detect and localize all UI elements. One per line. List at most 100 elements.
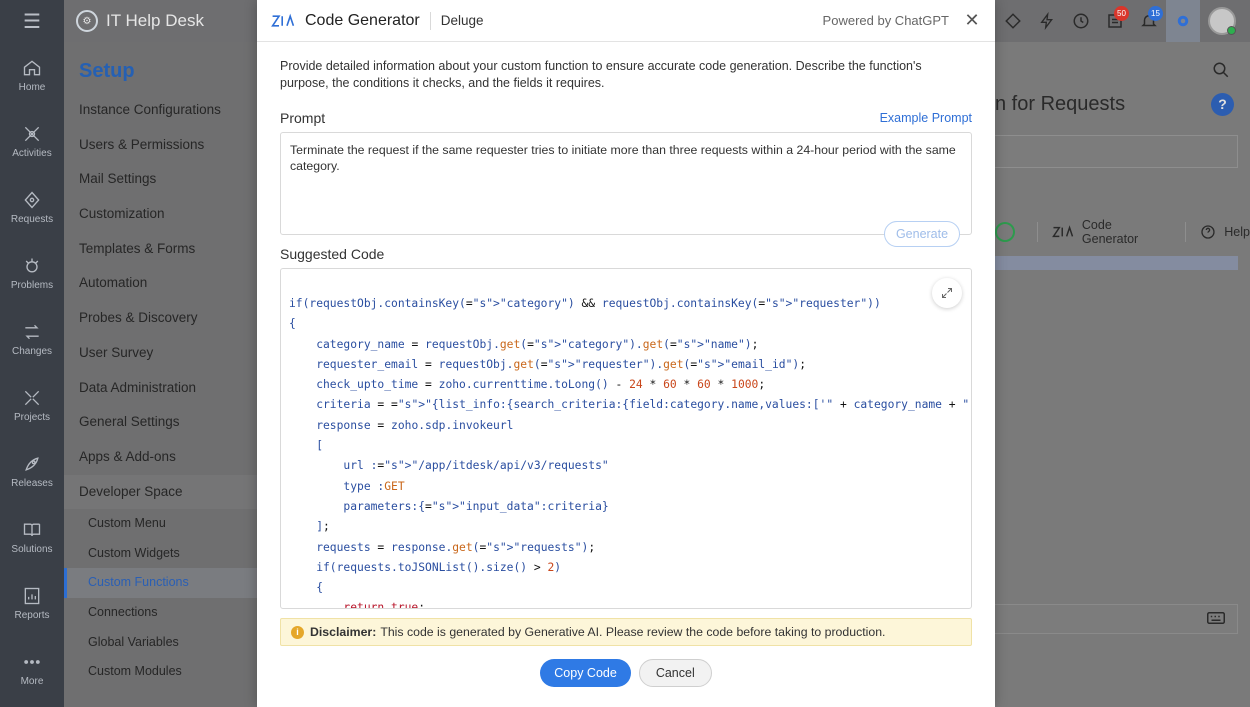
more-icon [24, 659, 40, 664]
code-line: { [289, 581, 324, 595]
rail-item-home[interactable]: Home [0, 42, 64, 108]
changes-icon [25, 324, 39, 339]
code-line: return true; [343, 601, 426, 609]
rail-item-reports[interactable]: Reports [0, 570, 64, 636]
copy-code-button[interactable]: Copy Code [540, 659, 631, 687]
helpdesk-logo-icon: ⚙ [76, 10, 98, 32]
prompt-label: Prompt [280, 110, 326, 126]
settings-gear-icon[interactable] [1166, 0, 1200, 42]
rail-item-solutions[interactable]: Solutions [0, 504, 64, 570]
left-nav-rail: ☰ Home Activities Requests Problems Changes P… [0, 0, 64, 707]
rail-item-label: Projects [13, 411, 51, 423]
suggested-code-label: Suggested Code [280, 246, 385, 262]
code-line: { [289, 317, 296, 331]
home-icon [23, 59, 41, 75]
example-prompt-link[interactable]: Example Prompt [880, 111, 972, 125]
setup-sub-item[interactable]: Custom Modules [64, 657, 260, 687]
code-line: requester_email = requestObj.get(="s">"r… [289, 357, 806, 371]
quick-actions-icon[interactable] [1030, 0, 1064, 42]
setup-item[interactable]: Templates & Forms [64, 232, 260, 267]
rail-item-label: Releases [11, 477, 53, 489]
cancel-button[interactable]: Cancel [638, 659, 712, 687]
rail-item-label: Reports [14, 609, 50, 621]
tasks-icon[interactable]: 50 [1098, 0, 1132, 42]
info-warning-icon: i [291, 625, 304, 639]
setup-item[interactable]: Data Administration [64, 371, 260, 406]
tasks-count-badge: 50 [1114, 6, 1129, 21]
setup-item[interactable]: Probes & Discovery [64, 301, 260, 336]
app-brand[interactable]: ⚙ IT Help Desk [76, 10, 204, 32]
dialog-description: Provide detailed information about your … [280, 59, 922, 90]
solutions-icon [23, 523, 41, 536]
setup-section-developer-space[interactable]: Developer Space [64, 474, 260, 510]
rail-item-requests[interactable]: Requests [0, 174, 64, 240]
expand-icon[interactable] [932, 278, 962, 308]
setup-item[interactable]: Automation [64, 266, 260, 301]
setup-item[interactable]: Customization [64, 197, 260, 232]
activities-icon [24, 126, 40, 141]
dialog-title: Code Generator [305, 11, 420, 29]
user-avatar[interactable] [1208, 7, 1236, 35]
suggested-code-panel[interactable]: if(requestObj.containsKey(="s">"category… [280, 268, 972, 609]
setup-item[interactable]: Users & Permissions [64, 128, 260, 163]
setup-title: Setup [79, 60, 135, 82]
projects-icon [24, 390, 40, 405]
setup-sub-item[interactable]: Custom Menu [64, 509, 260, 539]
help-question-icon[interactable]: ? [1211, 93, 1234, 116]
code-line: if(requestObj.containsKey(="s">"category… [289, 297, 881, 310]
code-line: type :GET [289, 479, 405, 493]
prompt-text: Terminate the request if the same reques… [290, 143, 956, 173]
code-line: criteria = ="s">"{list_info:{search_crit… [289, 398, 971, 412]
reports-icon [24, 587, 40, 604]
rail-item-label: Home [18, 81, 46, 93]
tags-icon[interactable] [996, 0, 1030, 42]
code-generator-button[interactable]: Code Generator [1082, 218, 1171, 246]
prompt-textarea[interactable]: Terminate the request if the same reques… [280, 132, 972, 247]
name-field[interactable] [995, 135, 1238, 168]
rail-item-problems[interactable]: Problems [0, 240, 64, 306]
rail-item-activities[interactable]: Activities [0, 108, 64, 174]
notifications-bell-icon[interactable]: 15 [1132, 0, 1166, 42]
setup-item[interactable]: Apps & Add-ons [64, 440, 260, 475]
keyboard-icon[interactable] [1207, 611, 1225, 630]
setup-sub-item[interactable]: Custom Widgets [64, 539, 260, 569]
rail-item-releases[interactable]: Releases [0, 438, 64, 504]
setup-item[interactable]: User Survey [64, 336, 260, 371]
hamburger-menu-icon[interactable]: ☰ [0, 0, 64, 42]
help-button[interactable]: Help [1224, 225, 1250, 239]
rail-item-label: More [20, 675, 44, 687]
history-icon[interactable] [1064, 0, 1098, 42]
setup-item[interactable]: General Settings [64, 405, 260, 440]
generate-button[interactable]: Generate [884, 221, 960, 247]
setup-sub-item[interactable]: Connections [64, 598, 260, 628]
setup-item[interactable]: Mail Settings [64, 162, 260, 197]
code-line: check_upto_time = zoho.currenttime.toLon… [289, 378, 766, 392]
code-line: url :="s">"/app/itdesk/api/v3/requests" [289, 459, 609, 473]
code-line: ]; [289, 520, 330, 534]
setup-sub-item[interactable]: Custom Functions [64, 568, 260, 599]
code-generator-dialog: Code Generator Deluge Powered by ChatGPT… [257, 0, 995, 707]
disclaimer-text: This code is generated by Generative AI.… [380, 625, 886, 639]
disclaimer-banner: i Disclaimer: This code is generated by … [280, 618, 972, 646]
code-editor[interactable]: if(requestObj.containsKey(="s">"category… [289, 294, 971, 609]
releases-icon [25, 456, 39, 471]
setup-sub-item[interactable]: Global Variables [64, 628, 260, 658]
code-line: parameters:{="s">"input_data":criteria} [289, 499, 609, 513]
code-line: response = zoho.sdp.invokeurl [289, 418, 514, 432]
rail-item-label: Activities [12, 147, 52, 159]
code-line: [ [289, 439, 324, 453]
editor-toolbar: Code Generator Help [995, 218, 1250, 246]
help-circle-icon [1201, 225, 1215, 239]
code-line: category_name = requestObj.get(="s">"cat… [289, 337, 759, 351]
rail-item-changes[interactable]: Changes [0, 306, 64, 372]
rail-item-more[interactable]: More [0, 636, 64, 702]
setup-item[interactable]: Instance Configurations [64, 93, 260, 128]
rail-item-projects[interactable]: Projects [0, 372, 64, 438]
code-line: if(requests.toJSONList().size() > 2) [289, 560, 562, 574]
powered-by-label: Powered by ChatGPT [822, 13, 949, 28]
rail-item-label: Requests [10, 213, 54, 225]
search-icon[interactable] [1212, 61, 1230, 79]
toggle-icon[interactable] [995, 222, 1015, 242]
close-icon[interactable]: ✕ [963, 10, 981, 31]
disclaimer-label: Disclaimer: [310, 625, 377, 639]
